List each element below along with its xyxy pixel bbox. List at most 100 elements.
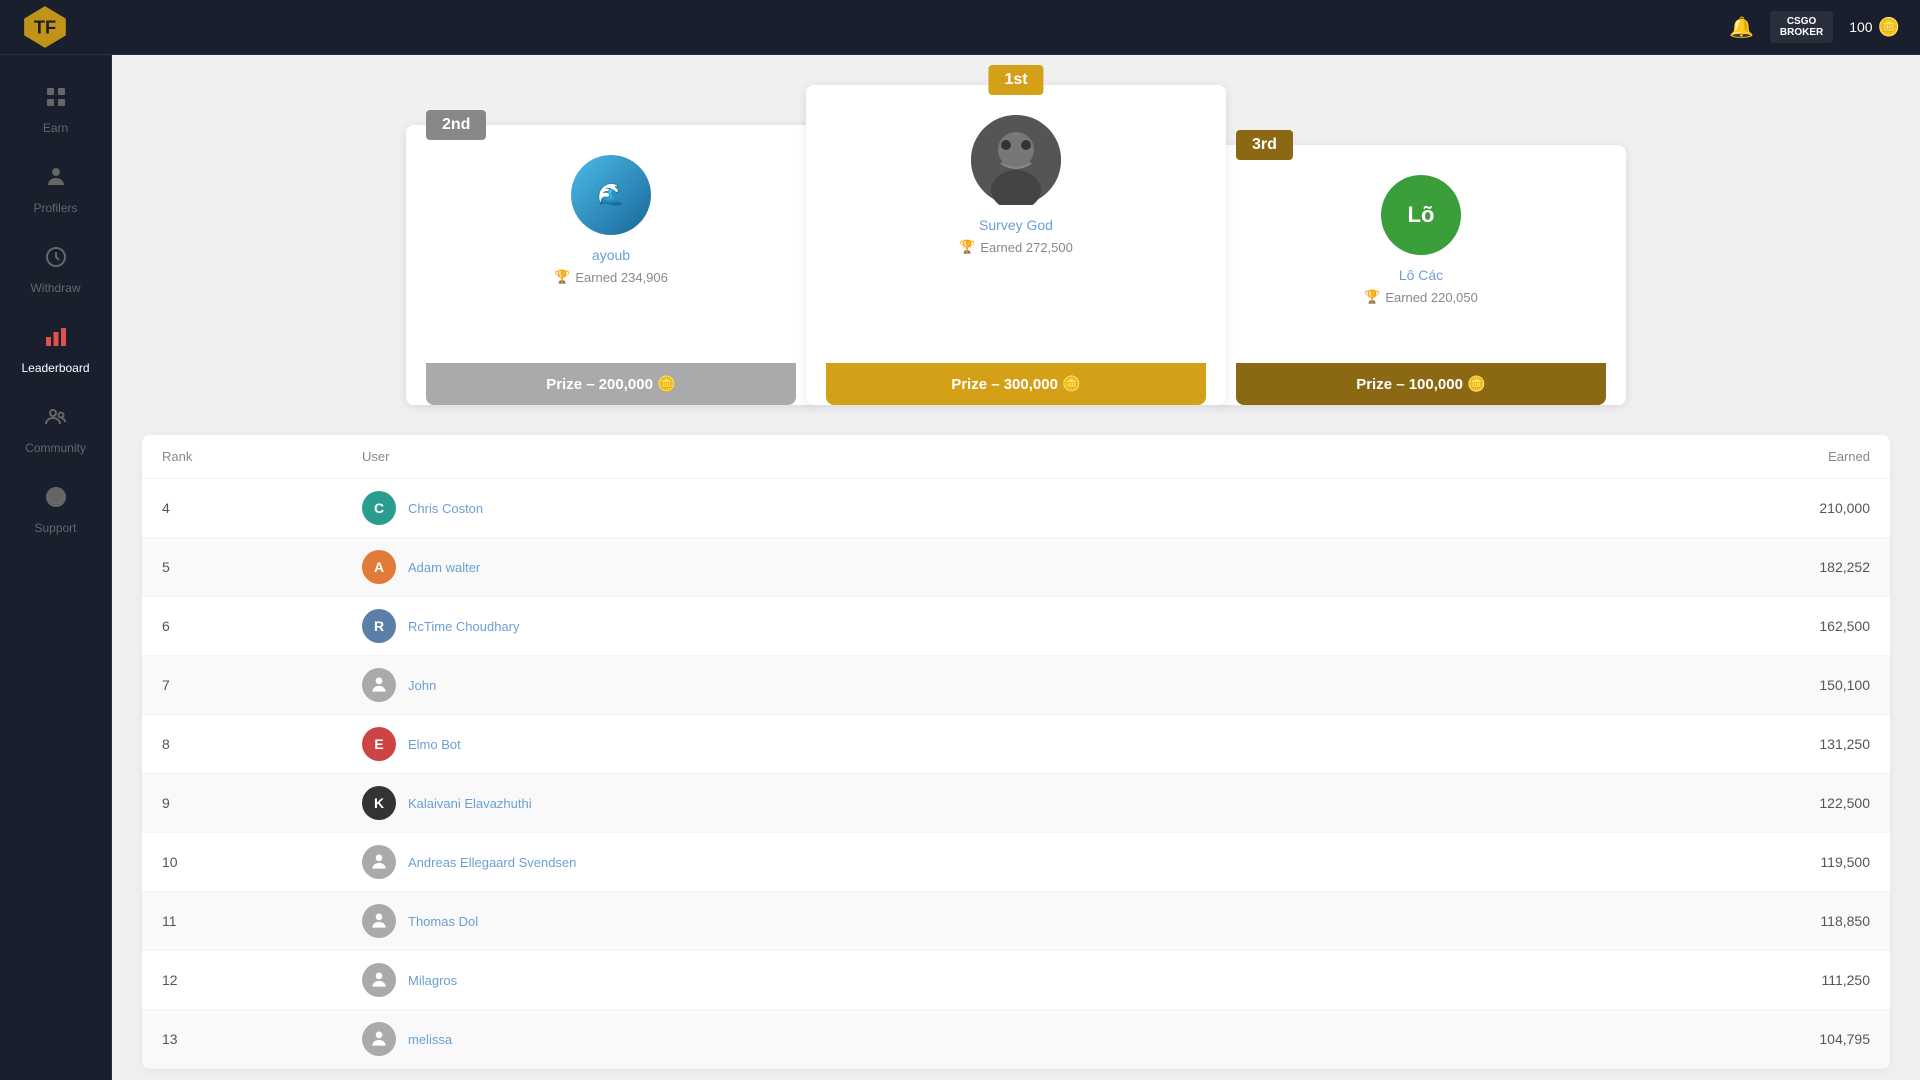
community-label: Community — [25, 441, 86, 455]
user-name[interactable]: Elmo Bot — [408, 737, 461, 752]
csgo-broker-label: CSGOBROKER — [1780, 16, 1823, 38]
sidebar-item-withdraw[interactable]: Withdraw — [0, 235, 111, 305]
withdraw-label: Withdraw — [30, 281, 80, 295]
user-avatar — [362, 963, 396, 997]
withdraw-icon — [44, 245, 68, 275]
user-avatar: E — [362, 727, 396, 761]
user-avatar — [362, 904, 396, 938]
rank-badge-third: 3rd — [1236, 130, 1293, 160]
profilers-icon — [44, 165, 68, 195]
csgo-broker-badge[interactable]: CSGOBROKER — [1770, 11, 1833, 43]
user-avatar: R — [362, 609, 396, 643]
avatar-first — [971, 115, 1061, 205]
username-third[interactable]: Lô Các — [1399, 267, 1443, 283]
table-row: 8 E Elmo Bot 131,250 — [142, 715, 1890, 774]
user-cell: C Chris Coston — [362, 491, 1670, 525]
rank-number: 6 — [162, 618, 362, 634]
table-row: 9 K Kalaivani Elavazhuthi 122,500 — [142, 774, 1890, 833]
rank-badge-first: 1st — [988, 65, 1043, 95]
coin-icon: 🪙 — [1878, 17, 1900, 38]
profilers-label: Profilers — [33, 201, 77, 215]
earned-value: 111,250 — [1670, 972, 1870, 988]
logo-icon: TF — [20, 2, 70, 52]
user-name[interactable]: Kalaivani Elavazhuthi — [408, 796, 532, 811]
user-cell: John — [362, 668, 1670, 702]
user-cell: E Elmo Bot — [362, 727, 1670, 761]
col-user: User — [362, 449, 1670, 464]
rank-number: 7 — [162, 677, 362, 693]
svg-text:TF: TF — [34, 17, 56, 38]
user-name[interactable]: Milagros — [408, 973, 457, 988]
user-name[interactable]: Chris Coston — [408, 501, 483, 516]
table-row: 6 R RcTime Choudhary 162,500 — [142, 597, 1890, 656]
table-row: 10 Andreas Ellegaard Svendsen 119,500 — [142, 833, 1890, 892]
earn-icon — [44, 85, 68, 115]
earn-label: Earn — [43, 121, 68, 135]
user-name[interactable]: melissa — [408, 1032, 452, 1047]
table-row: 11 Thomas Dol 118,850 — [142, 892, 1890, 951]
topnav-right: 🔔 CSGOBROKER 100 🪙 — [1729, 11, 1900, 43]
col-rank: Rank — [162, 449, 362, 464]
sidebar-item-leaderboard[interactable]: Leaderboard — [0, 315, 111, 385]
earned-value: 122,500 — [1670, 795, 1870, 811]
main-content: 2nd 🌊 ayoub 🏆 Earned 234,906 Prize – 200… — [112, 55, 1920, 1080]
rank-number: 4 — [162, 500, 362, 516]
earned-value: 162,500 — [1670, 618, 1870, 634]
user-name[interactable]: John — [408, 678, 436, 693]
avatar-third: Lõ — [1381, 175, 1461, 255]
support-icon — [44, 485, 68, 515]
trophy-icon-second: 🏆 — [554, 269, 570, 285]
main-layout: Earn Profilers Withdraw Leaderboard Comm — [0, 55, 1920, 1080]
rank-number: 12 — [162, 972, 362, 988]
earned-first: 🏆 Earned 272,500 — [959, 239, 1073, 255]
user-cell: melissa — [362, 1022, 1670, 1056]
rank-number: 13 — [162, 1031, 362, 1047]
earned-value: 150,100 — [1670, 677, 1870, 693]
user-cell: Andreas Ellegaard Svendsen — [362, 845, 1670, 879]
user-name[interactable]: RcTime Choudhary — [408, 619, 520, 634]
sidebar-item-community[interactable]: Community — [0, 395, 111, 465]
prize-bar-third: Prize – 100,000 🪙 — [1236, 363, 1606, 405]
balance-amount: 100 — [1849, 19, 1872, 35]
earned-third: 🏆 Earned 220,050 — [1364, 289, 1478, 305]
username-second[interactable]: ayoub — [592, 247, 630, 263]
rank-number: 11 — [162, 913, 362, 929]
user-avatar — [362, 1022, 396, 1056]
user-name[interactable]: Andreas Ellegaard Svendsen — [408, 855, 576, 870]
podium-second: 2nd 🌊 ayoub 🏆 Earned 234,906 Prize – 200… — [406, 125, 816, 405]
earned-second: 🏆 Earned 234,906 — [554, 269, 668, 285]
username-first[interactable]: Survey God — [979, 217, 1053, 233]
sidebar-item-support[interactable]: Support — [0, 475, 111, 545]
user-cell: Milagros — [362, 963, 1670, 997]
user-avatar: A — [362, 550, 396, 584]
earned-value: 118,850 — [1670, 913, 1870, 929]
user-cell: A Adam walter — [362, 550, 1670, 584]
table-row: 12 Milagros 111,250 — [142, 951, 1890, 1010]
rank-number: 10 — [162, 854, 362, 870]
user-cell: R RcTime Choudhary — [362, 609, 1670, 643]
table-header: Rank User Earned — [142, 435, 1890, 479]
top-navigation: TF 🔔 CSGOBROKER 100 🪙 — [0, 0, 1920, 55]
user-cell: Thomas Dol — [362, 904, 1670, 938]
user-name[interactable]: Adam walter — [408, 560, 480, 575]
notification-icon[interactable]: 🔔 — [1729, 15, 1754, 40]
table-row: 7 John 150,100 — [142, 656, 1890, 715]
logo[interactable]: TF — [20, 2, 70, 52]
community-icon — [44, 405, 68, 435]
rank-badge-second: 2nd — [426, 110, 486, 140]
table-row: 13 melissa 104,795 — [142, 1010, 1890, 1069]
podium-section: 2nd 🌊 ayoub 🏆 Earned 234,906 Prize – 200… — [142, 85, 1890, 405]
sidebar-item-profilers[interactable]: Profilers — [0, 155, 111, 225]
trophy-icon-third: 🏆 — [1364, 289, 1380, 305]
prize-bar-second: Prize – 200,000 🪙 — [426, 363, 796, 405]
leaderboard-label: Leaderboard — [21, 361, 89, 375]
rank-number: 8 — [162, 736, 362, 752]
user-name[interactable]: Thomas Dol — [408, 914, 478, 929]
table-row: 4 C Chris Coston 210,000 — [142, 479, 1890, 538]
col-earned: Earned — [1670, 449, 1870, 464]
sidebar-item-earn[interactable]: Earn — [0, 75, 111, 145]
user-avatar: K — [362, 786, 396, 820]
avatar-second: 🌊 — [571, 155, 651, 235]
trophy-icon-first: 🏆 — [959, 239, 975, 255]
podium-third: 3rd Lõ Lô Các 🏆 Earned 220,050 Prize – 1… — [1216, 145, 1626, 405]
